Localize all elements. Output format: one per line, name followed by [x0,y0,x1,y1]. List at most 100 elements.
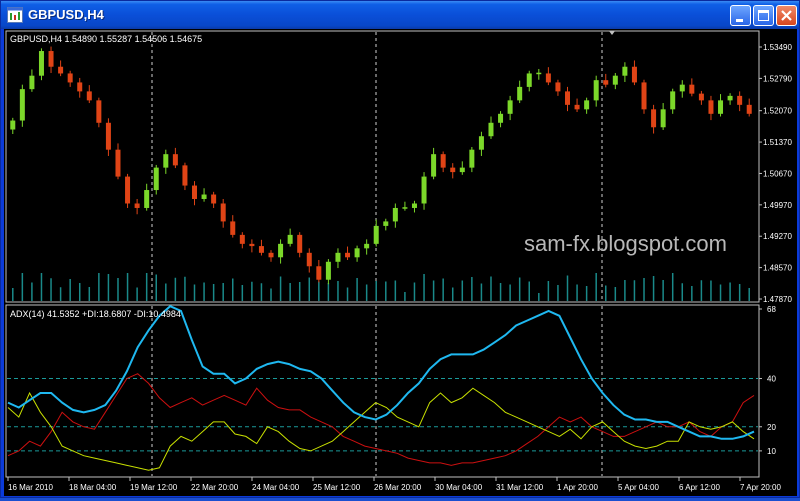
candle-body [306,252,312,267]
price-pane-header: GBPUSD,H4 1.54890 1.55287 1.54506 1.5467… [10,34,202,44]
candle-body [574,104,580,110]
indicator-pane-header: ADX(14) 41.5352 +DI:18.6807 -DI:10.4984 [10,309,181,319]
price-axis-label: 1.50670 [763,169,792,178]
candle-body [364,243,370,249]
candle-body [345,252,351,258]
candle-body [631,66,637,83]
candle-body [746,104,752,114]
candle-body [651,109,657,128]
time-axis-label: 18 Mar 04:00 [69,483,117,492]
candle-body [48,51,54,67]
candle-body [421,176,427,204]
candle-body [297,234,303,253]
time-axis-label: 31 Mar 12:00 [496,483,544,492]
time-axis-label: 26 Mar 20:00 [374,483,422,492]
candle-body [545,73,551,83]
time-axis-label: 16 Mar 2010 [8,483,53,492]
candle-body [249,243,255,247]
watermark: sam-fx.blogspot.com [524,231,727,256]
candle-body [459,167,465,173]
terminal-window: GBPUSD,H4 GBPUSD,H4 1.54890 1.55287 1.54… [0,0,800,498]
chart-canvas[interactable]: GBPUSD,H4 1.54890 1.55287 1.54506 1.5467… [4,29,797,496]
candle-body [565,91,570,105]
time-axis-label: 25 Mar 12:00 [313,483,361,492]
candle-body [727,95,733,101]
candle-body [192,185,197,200]
window-title: GBPUSD,H4 [28,7,104,22]
candle-body [230,221,236,235]
chart-window-icon [7,7,23,23]
candle-body [19,89,25,121]
time-axis-label: 7 Apr 20:00 [740,483,781,492]
candle-body [172,154,178,166]
candle-body [67,73,73,83]
time-axis-label: 19 Mar 12:00 [130,483,178,492]
indicator-axis-label: 40 [767,375,776,384]
candle-body [354,248,360,258]
candle-body [325,261,331,280]
candle-body [584,100,590,110]
candle-body [86,91,92,101]
candle-body [316,266,322,280]
chart-area[interactable]: GBPUSD,H4 1.54890 1.55287 1.54506 1.5467… [4,29,797,496]
maximize-button[interactable] [753,5,774,26]
candle-body [622,66,628,76]
candle-body [411,203,417,208]
candle-body [268,252,274,258]
time-axis-label: 6 Apr 12:00 [679,483,720,492]
candle-body [670,91,676,110]
candle-body [239,234,245,244]
candle-body [440,154,446,168]
close-button[interactable] [776,5,797,26]
candle-body [469,149,475,168]
price-axis-label: 1.48570 [763,264,792,273]
candle-body [144,190,150,208]
candle-body [402,207,408,209]
candle-body [593,80,599,101]
candle-body [708,100,714,114]
price-axis-label: 1.49970 [763,201,792,210]
candle-body [536,72,542,75]
candle-body [679,84,685,92]
candle-body [287,234,293,244]
candle-body [478,136,484,150]
candle-body [718,100,724,114]
candle-body [211,194,217,204]
candle-body [134,203,140,208]
candle-body [96,100,102,123]
indicator-axis-label: 20 [767,423,776,432]
candle-body [258,246,264,253]
maximize-icon [758,10,769,21]
candle-body [29,75,35,90]
title-bar[interactable]: GBPUSD,H4 [1,1,799,29]
candle-body [10,120,16,130]
candle-body [220,203,226,222]
candle-body [526,73,532,87]
candle-body [115,149,121,177]
time-axis-label: 1 Apr 20:00 [557,483,598,492]
candle-body [278,243,284,258]
candle-body [58,66,64,74]
minimize-button[interactable] [730,5,751,26]
candle-body [77,82,83,92]
candle-body [488,122,494,137]
candle-body [612,75,618,85]
candle-body [517,86,523,101]
candle-body [163,154,169,168]
price-axis-label: 1.51370 [763,138,792,147]
indicator-axis-label: 10 [767,447,776,456]
candle-body [450,167,456,173]
price-axis-label: 1.52070 [763,107,792,116]
candle-body [392,207,398,222]
price-axis-label: 1.47870 [763,295,792,304]
candle-body [182,165,188,186]
indicator-axis-label: 68 [767,305,776,314]
price-axis-label: 1.53490 [763,43,792,52]
candle-body [689,84,695,94]
candle-body [603,80,609,85]
candle-body [555,82,561,92]
price-axis-label: 1.52790 [763,74,792,83]
candle-body [431,154,437,177]
candle-body [373,225,379,244]
candle-body [507,100,513,114]
